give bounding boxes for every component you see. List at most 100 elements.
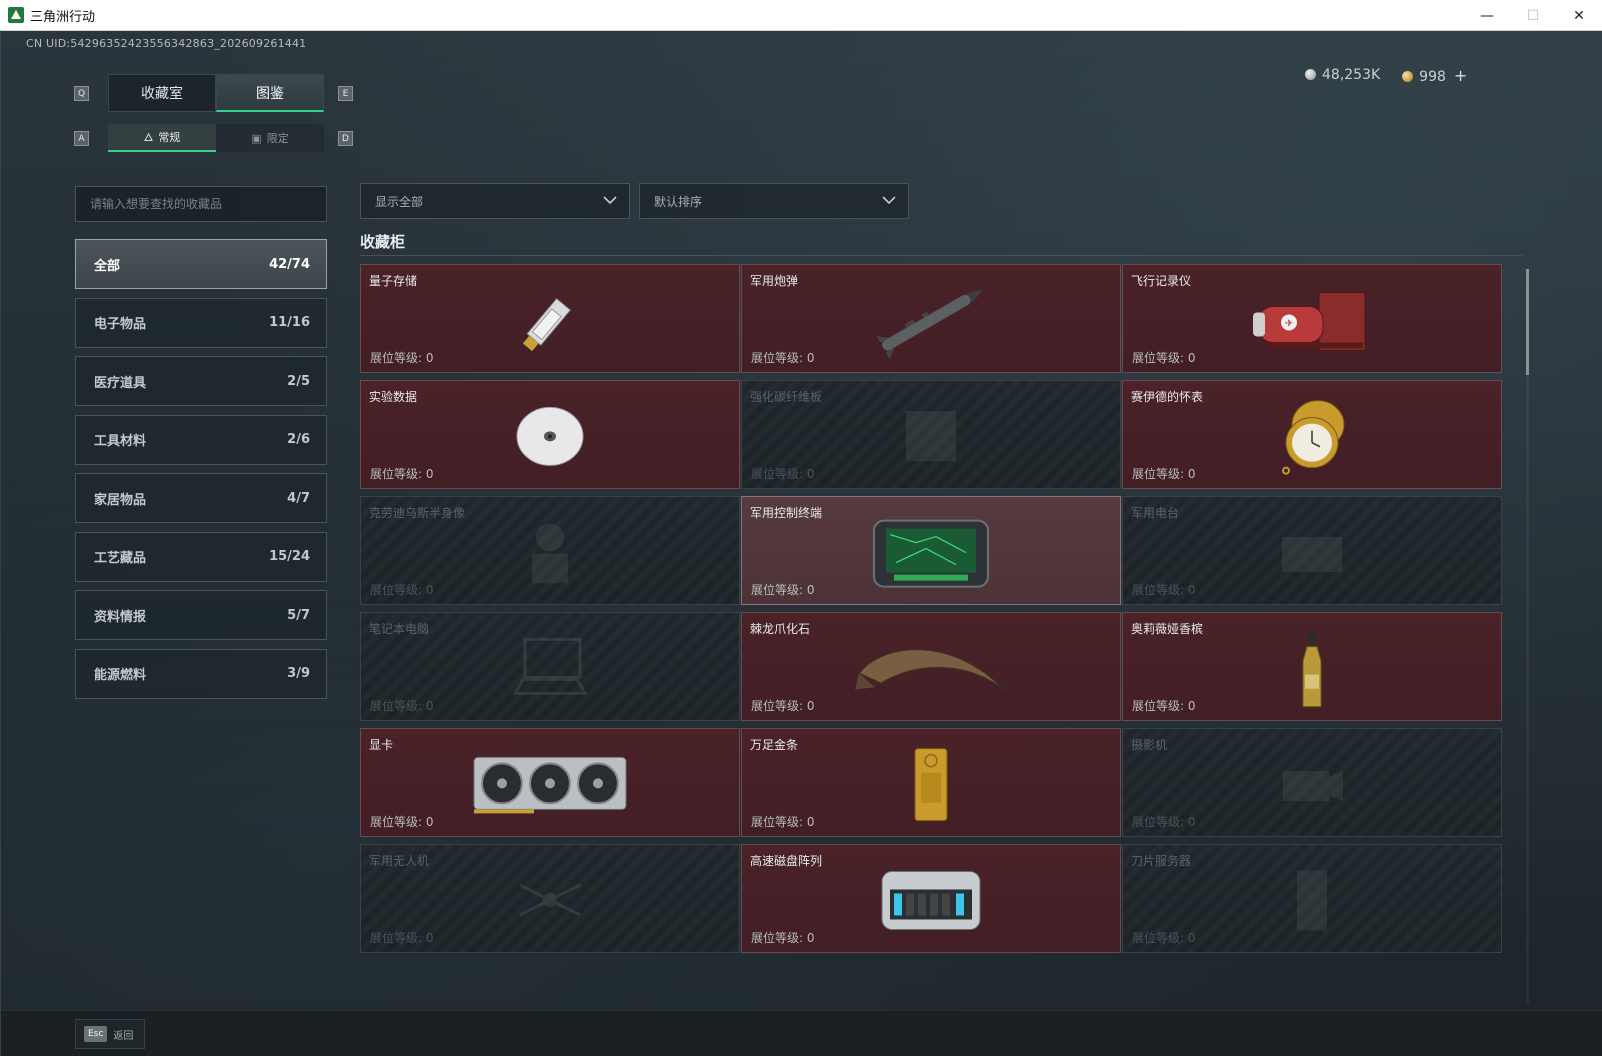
item-level: 展位等级: 0	[751, 931, 815, 945]
back-button[interactable]: Esc 返回	[75, 1019, 145, 1049]
flight-recorder-icon: ✈	[1253, 291, 1366, 351]
category-label: 能源燃料	[94, 668, 147, 683]
category-household[interactable]: 家居物品 4/7	[75, 473, 327, 523]
esc-key-hint: Esc	[84, 1026, 108, 1042]
category-all[interactable]: 全部 42/74	[75, 239, 327, 289]
category-count: 4/7	[287, 490, 310, 506]
category-electronics[interactable]: 电子物品 11/16	[75, 297, 327, 348]
item-name: 显卡	[369, 738, 394, 752]
camera-icon	[1283, 770, 1343, 801]
collectible-card[interactable]: 赛伊德的怀表 展位等级: 0	[1122, 380, 1502, 489]
category-count: 11/16	[269, 315, 310, 330]
category-energy[interactable]: 能源燃料 3/9	[75, 648, 327, 699]
sort-dropdown[interactable]: 默认排序	[639, 183, 909, 219]
champagne-icon	[1302, 628, 1322, 707]
category-tools[interactable]: 工具材料 2/6	[75, 414, 327, 465]
add-currency-button[interactable]: +	[1454, 66, 1467, 85]
subtab-regular[interactable]: 🜂 常规	[108, 124, 216, 152]
close-button[interactable]: ✕	[1556, 0, 1602, 31]
radio-icon	[1282, 536, 1342, 572]
category-count: 3/9	[287, 666, 310, 681]
collectible-card[interactable]: 万足金条 展位等级: 0	[741, 728, 1121, 837]
next-subtab-key-hint[interactable]: D	[338, 131, 353, 146]
collectible-card[interactable]: 军用控制终端 展位等级: 0	[741, 496, 1121, 605]
user-uid: CN UID:5429635242355634286З_202609261441	[26, 37, 307, 50]
item-level: 展位等级: 0	[1132, 351, 1196, 365]
prev-tab-key-hint[interactable]: Q	[74, 86, 89, 101]
item-name: 刀片服务器	[1131, 854, 1192, 868]
item-level: 展位等级: 0	[751, 815, 815, 829]
item-name: 军用控制终端	[750, 506, 823, 520]
category-crafts[interactable]: 工艺藏品 15/24	[75, 531, 327, 582]
collectible-card[interactable]: 克劳迪乌斯半身像 展位等级: 0	[360, 496, 740, 605]
delta-force-logo-icon	[8, 7, 24, 23]
display-filter-dropdown[interactable]: 显示全部	[360, 183, 630, 219]
maximize-button[interactable]: ☐	[1510, 0, 1556, 31]
item-level: 展位等级: 0	[370, 583, 434, 597]
collectible-card[interactable]: 军用炮弹 展位等级: 0	[741, 264, 1121, 373]
missile-icon	[876, 289, 983, 359]
category-label: 工具材料	[94, 434, 147, 449]
bottom-bar: Esc 返回	[1, 1010, 1602, 1056]
gold-currency: 998 +	[1402, 66, 1467, 85]
item-level: 展位等级: 0	[1132, 815, 1196, 829]
silver-currency: 48,253K	[1305, 67, 1380, 83]
collectible-card[interactable]: 军用电台 展位等级: 0	[1122, 496, 1502, 605]
item-level: 展位等级: 0	[370, 815, 434, 829]
item-name: 军用炮弹	[750, 274, 799, 288]
category-label: 全部	[94, 258, 121, 274]
category-count: 2/5	[287, 373, 310, 389]
window-title: 三角洲行动	[30, 9, 96, 25]
collectible-card[interactable]: 显卡 展位等级: 0	[360, 728, 740, 837]
graphics-card-icon	[473, 756, 627, 813]
collectible-card[interactable]: 棘龙爪化石 展位等级: 0	[741, 612, 1121, 721]
carbon-plate-icon	[906, 410, 956, 461]
category-count: 42/74	[269, 256, 310, 272]
category-intel[interactable]: 资料情报 5/7	[75, 590, 327, 640]
item-level: 展位等级: 0	[1132, 699, 1196, 713]
subtab-limited[interactable]: ▣ 限定	[216, 124, 324, 152]
item-level: 展位等级: 0	[370, 351, 434, 365]
collectible-card[interactable]: 量子存储 展位等级: 0	[360, 264, 740, 373]
control-terminal-icon	[873, 519, 989, 588]
item-level: 展位等级: 0	[751, 583, 815, 597]
minimize-button[interactable]: —	[1464, 0, 1510, 31]
svg-text:✈: ✈	[1285, 318, 1293, 329]
subtab-limited-label: 限定	[266, 132, 289, 145]
collectible-card[interactable]: 笔记本电脑 展位等级: 0	[360, 612, 740, 721]
category-medical[interactable]: 医疗道具 2/5	[75, 356, 327, 406]
collectible-card[interactable]: 飞行记录仪 ✈ 展位等级: 0	[1122, 264, 1502, 373]
category-count: 2/6	[287, 432, 310, 447]
item-level: 展位等级: 0	[751, 699, 815, 713]
collectible-card[interactable]: 高速磁盘阵列 展位等级: 0	[741, 844, 1121, 953]
collectible-card[interactable]: 刀片服务器 展位等级: 0	[1122, 844, 1502, 953]
chevron-down-icon	[882, 196, 896, 205]
item-name: 奥莉薇娅香槟	[1131, 622, 1204, 636]
scrollbar-thumb[interactable]	[1526, 269, 1529, 375]
item-name: 量子存储	[369, 274, 418, 288]
collectible-card[interactable]: 强化碳纤维板 展位等级: 0	[741, 380, 1121, 489]
collectible-card[interactable]: 军用无人机 展位等级: 0	[360, 844, 740, 953]
next-tab-key-hint[interactable]: E	[338, 86, 353, 101]
tab-collection-room[interactable]: 收藏室	[108, 74, 216, 112]
item-name: 飞行记录仪	[1131, 274, 1192, 288]
pocket-watch-icon	[1282, 399, 1345, 475]
item-level: 展位等级: 0	[1132, 583, 1196, 597]
collectible-card[interactable]: 实验数据 展位等级: 0	[360, 380, 740, 489]
image-icon: ▣	[251, 131, 262, 145]
collectible-card[interactable]: 奥莉薇娅香槟 展位等级: 0	[1122, 612, 1502, 721]
laptop-icon	[512, 637, 588, 695]
prev-subtab-key-hint[interactable]: A	[74, 131, 89, 146]
drone-icon	[519, 883, 581, 916]
tab-catalog[interactable]: 图鉴	[216, 74, 324, 112]
scrollbar-track[interactable]	[1526, 269, 1529, 1004]
item-level: 展位等级: 0	[370, 699, 434, 713]
item-level: 展位等级: 0	[370, 467, 434, 481]
search-input[interactable]	[76, 187, 326, 221]
item-name: 军用电台	[1131, 506, 1180, 520]
collectible-card[interactable]: 摄影机 展位等级: 0	[1122, 728, 1502, 837]
collection-grid: 量子存储 展位等级: 0 军用炮弹 展位等级: 0 飞行记录仪 ✈ 展位等级: …	[360, 264, 1522, 1004]
category-count: 5/7	[287, 607, 310, 623]
window-controls: — ☐ ✕	[1464, 0, 1602, 31]
category-label: 电子物品	[94, 317, 147, 332]
